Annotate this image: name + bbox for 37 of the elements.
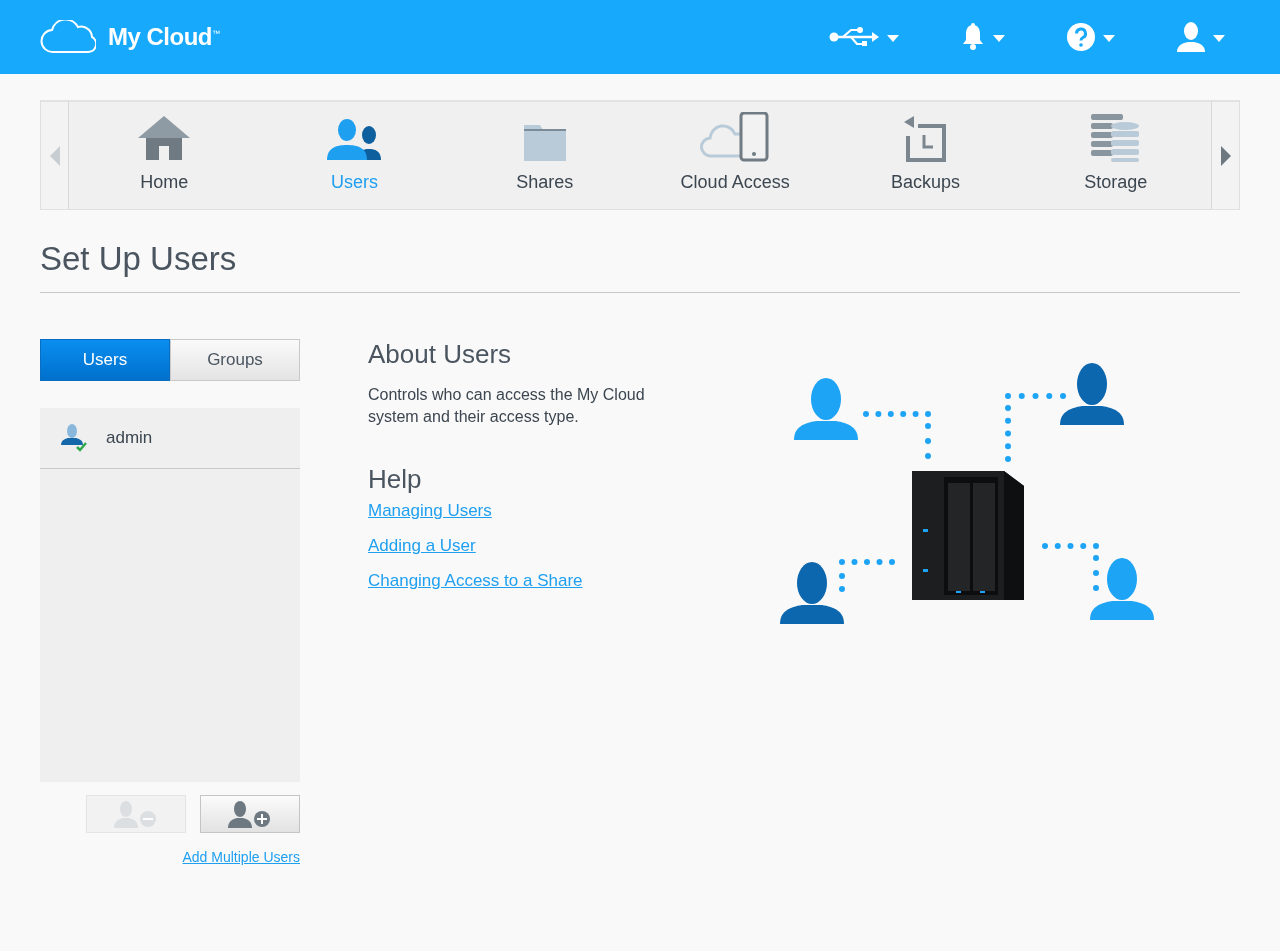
- help-button[interactable]: [1067, 22, 1115, 52]
- folder-icon: [522, 124, 567, 162]
- page-title: Set Up Users: [40, 240, 1240, 293]
- tab[interactable]: Groups: [170, 339, 300, 381]
- usb-icon: [829, 26, 879, 48]
- caret-icon: [993, 34, 1005, 42]
- cloud-phone-icon: [699, 112, 772, 162]
- help-heading: Help: [368, 464, 423, 495]
- nav-tab[interactable]: Cloud Access: [640, 102, 831, 209]
- nav-tab[interactable]: Storage: [1020, 102, 1211, 209]
- database-icon: [1090, 114, 1141, 162]
- user-minus-icon: [114, 800, 158, 828]
- help-icon: [1067, 23, 1095, 51]
- nav-tab[interactable]: Shares: [449, 102, 640, 209]
- cloud-logo-icon: [40, 20, 96, 54]
- about-description: Controls who can access the My Cloud system and their access type.: [368, 385, 646, 427]
- user-list-item[interactable]: admin: [40, 408, 300, 469]
- bell-icon: [961, 23, 985, 51]
- users-icon: [325, 118, 384, 162]
- caret-icon: [1103, 34, 1115, 42]
- tab[interactable]: Users: [40, 339, 170, 381]
- admin-user-icon: [60, 423, 90, 453]
- add-user-button[interactable]: [200, 795, 300, 833]
- house-icon: [137, 114, 192, 162]
- logo-text: My Cloud$^{™}$: [108, 23, 220, 51]
- user-menu-button[interactable]: [1177, 22, 1225, 52]
- right-arrow-icon: [1220, 145, 1231, 166]
- notifications-button[interactable]: [961, 22, 1005, 52]
- left-arrow-icon: [49, 145, 60, 166]
- user-icon: [1177, 22, 1205, 52]
- user-plus-icon: [228, 800, 272, 828]
- nav-tab[interactable]: Home: [69, 102, 260, 209]
- nav-tab[interactable]: Backups: [830, 102, 1021, 209]
- about-heading: About Users: [368, 339, 513, 370]
- backup-icon: [904, 116, 947, 162]
- caret-icon: [887, 34, 899, 42]
- caret-icon: [1213, 34, 1225, 42]
